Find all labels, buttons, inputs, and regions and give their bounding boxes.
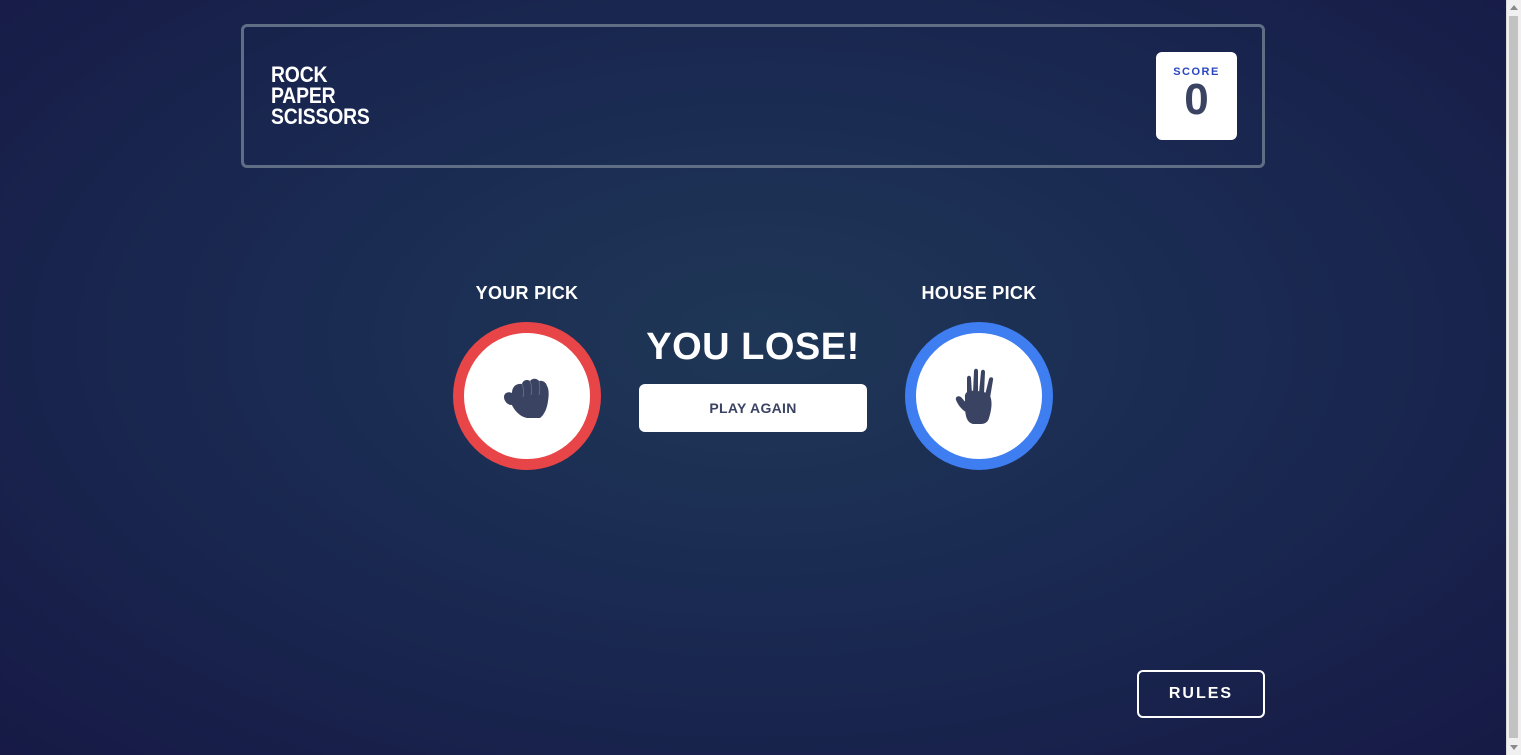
score-box: SCORE 0 [1156,52,1237,140]
vertical-scrollbar[interactable] [1506,0,1521,755]
house-pick-label: HOUSE PICK [921,283,1037,303]
your-pick-token-rock [453,322,601,470]
logo-line-rock: ROCK [271,62,328,87]
logo-line-scissors: SCISSORS [271,104,370,129]
rock-fist-icon [504,378,549,418]
rules-button[interactable]: RULES [1137,670,1265,718]
your-pick-label: YOUR PICK [475,283,579,303]
game-logo: ROCK PAPER SCISSORS [271,62,370,129]
score-value: 0 [1184,75,1209,124]
header: ROCK PAPER SCISSORS SCORE 0 [241,24,1265,168]
game-screen: ROCK PAPER SCISSORS SCORE 0 YOUR PICK HO… [0,0,1506,755]
paper-hand-icon [955,368,994,424]
logo-line-paper: PAPER [271,83,336,108]
house-pick-token-paper [905,322,1053,470]
scroll-down-arrow-icon[interactable] [1510,745,1518,750]
result-text: YOU LOSE! [646,326,860,368]
scroll-up-arrow-icon[interactable] [1510,5,1518,10]
scroll-thumb[interactable] [1509,16,1518,738]
play-again-button[interactable]: PLAY AGAIN [639,384,867,432]
